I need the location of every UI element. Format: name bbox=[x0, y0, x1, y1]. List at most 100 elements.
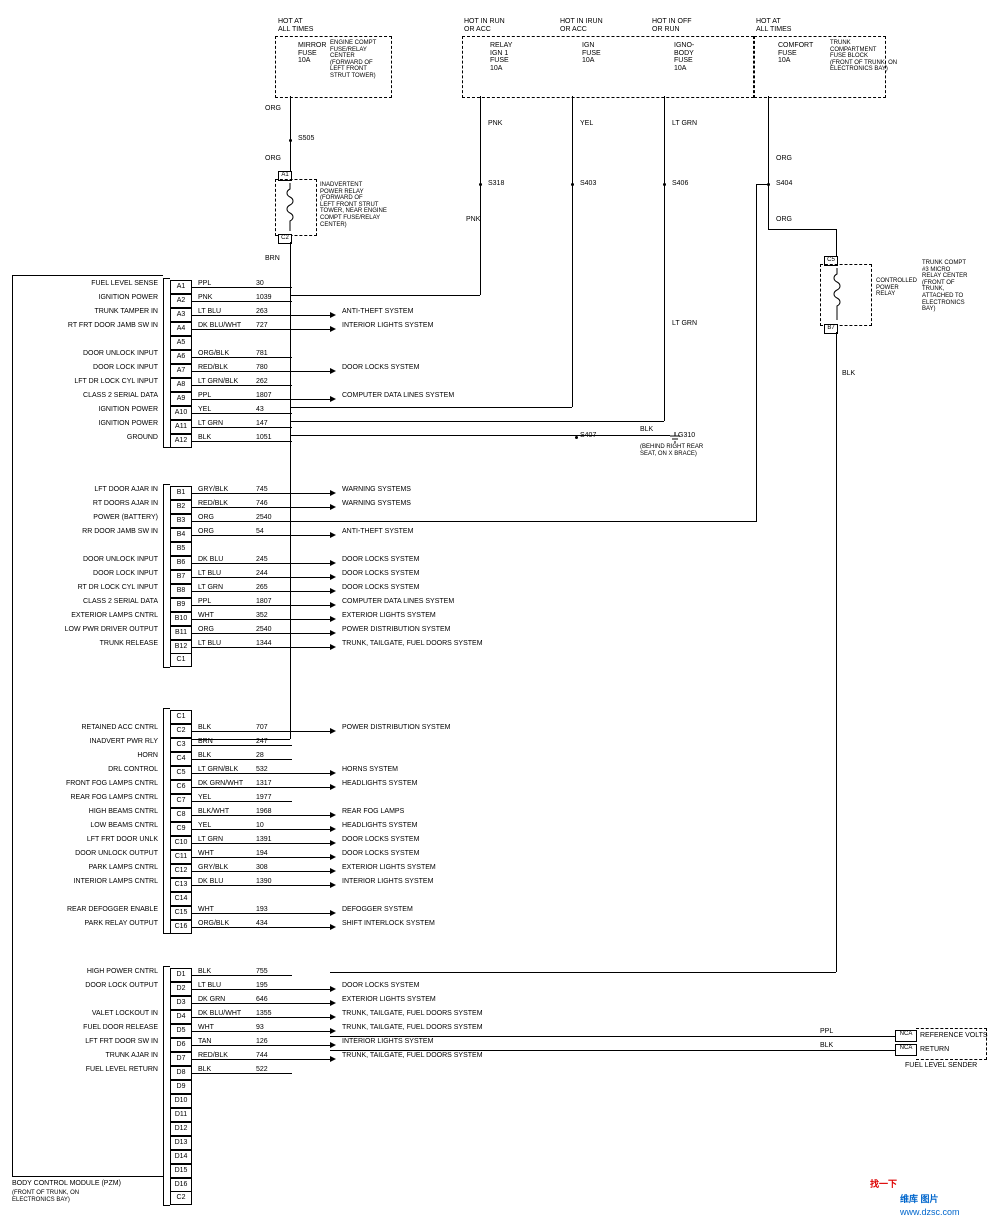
pin-C5: C5 bbox=[170, 766, 192, 780]
system-D2: DOOR LOCKS SYSTEM bbox=[342, 982, 419, 990]
pin-D9: D9 bbox=[170, 1080, 192, 1094]
system-D6: INTERIOR LIGHTS SYSTEM bbox=[342, 1038, 433, 1046]
signal-A6: DOOR UNLOCK INPUT bbox=[18, 350, 158, 358]
arrow-icon bbox=[330, 854, 336, 860]
src1-box: ENGINE COMPTFUSE/RELAYCENTER(FORWARD OFL… bbox=[330, 40, 376, 80]
pin-B3: B3 bbox=[170, 514, 192, 528]
signal-B1: LFT DOOR AJAR IN bbox=[18, 486, 158, 494]
src2-splice: S318 bbox=[488, 180, 504, 188]
signal-B10: EXTERIOR LAMPS CNTRL bbox=[18, 612, 158, 620]
signal-D4: VALET LOCKOUT IN bbox=[18, 1010, 158, 1018]
signal-C7: REAR FOG LAMPS CNTRL bbox=[18, 794, 158, 802]
pin-A11: A11 bbox=[170, 420, 192, 434]
system-B1: WARNING SYSTEMS bbox=[342, 486, 411, 494]
pin-D8: D8 bbox=[170, 1066, 192, 1080]
signal-A10: IGNITION POWER bbox=[18, 406, 158, 414]
arrow-icon bbox=[330, 588, 336, 594]
src4-fuse: IGNO-BODYFUSE10A bbox=[674, 42, 694, 73]
system-B12: TRUNK, TAILGATE, FUEL DOORS SYSTEM bbox=[342, 640, 483, 648]
src3-wire: YEL bbox=[580, 120, 593, 128]
pin-B10: B10 bbox=[170, 612, 192, 626]
pin-C9: C9 bbox=[170, 822, 192, 836]
signal-A11: IGNITION POWER bbox=[18, 420, 158, 428]
arrow-icon bbox=[330, 532, 336, 538]
pin-C12: C12 bbox=[170, 864, 192, 878]
signal-B7: DOOR LOCK INPUT bbox=[18, 570, 158, 578]
signal-C2: RETAINED ACC CNTRL bbox=[18, 724, 158, 732]
system-D5: TRUNK, TAILGATE, FUEL DOORS SYSTEM bbox=[342, 1024, 483, 1032]
footer-url: www.dzsc.com bbox=[900, 1208, 960, 1218]
signal-C15: REAR DEFOGGER ENABLE bbox=[18, 906, 158, 914]
pin-A10: A10 bbox=[170, 406, 192, 420]
src5-wire: ORG bbox=[776, 155, 792, 163]
fuel-conn2: NCA bbox=[895, 1044, 917, 1056]
signal-C12: PARK LAMPS CNTRL bbox=[18, 864, 158, 872]
system-A4: INTERIOR LIGHTS SYSTEM bbox=[342, 322, 433, 330]
src1-wire: ORG bbox=[265, 105, 281, 113]
arrow-icon bbox=[330, 368, 336, 374]
coil-icon bbox=[283, 183, 297, 231]
signal-B4: RR DOOR JAMB SW IN bbox=[18, 528, 158, 536]
signal-D2: DOOR LOCK OUTPUT bbox=[18, 982, 158, 990]
src2-title: HOT IN RUNOR ACC bbox=[464, 18, 505, 33]
pin-B1: B1 bbox=[170, 486, 192, 500]
pin-D10: D10 bbox=[170, 1094, 192, 1108]
bcm-note: (FRONT OF TRUNK, ONELECTRONICS BAY) bbox=[12, 1190, 79, 1203]
arrow-icon bbox=[330, 840, 336, 846]
signal-A9: CLASS 2 SERIAL DATA bbox=[18, 392, 158, 400]
system-B9: COMPUTER DATA LINES SYSTEM bbox=[342, 598, 454, 606]
signal-C4: HORN bbox=[18, 752, 158, 760]
pin-C8: C8 bbox=[170, 808, 192, 822]
signal-A12: GROUND bbox=[18, 434, 158, 442]
pin-D14: D14 bbox=[170, 1150, 192, 1164]
pin-C2: C2 bbox=[170, 724, 192, 738]
pin-C2: C2 bbox=[170, 1192, 192, 1205]
signal-C8: HIGH BEAMS CNTRL bbox=[18, 808, 158, 816]
arrow-icon bbox=[330, 784, 336, 790]
pin-C6: C6 bbox=[170, 780, 192, 794]
pin-C16: C16 bbox=[170, 920, 192, 934]
pin-A2: A2 bbox=[170, 294, 192, 308]
pin-C15: C15 bbox=[170, 906, 192, 920]
pin-A1: A1 bbox=[170, 280, 192, 294]
pin-B4: B4 bbox=[170, 528, 192, 542]
system-C10: DOOR LOCKS SYSTEM bbox=[342, 836, 419, 844]
relay1-label: INADVERTENTPOWER RELAY(FORWARD OFLEFT FR… bbox=[320, 182, 387, 228]
pin-B12: B12 bbox=[170, 640, 192, 654]
system-B6: DOOR LOCKS SYSTEM bbox=[342, 556, 419, 564]
signal-D1: HIGH POWER CNTRL bbox=[18, 968, 158, 976]
signal-C11: DOOR UNLOCK OUTPUT bbox=[18, 850, 158, 858]
pin-A5: A5 bbox=[170, 336, 192, 350]
wiring-diagram: // placeholder - we'll render via generi… bbox=[0, 0, 1000, 1226]
ground-wire: BLK bbox=[640, 426, 653, 434]
fuel-w2: BLK bbox=[820, 1042, 833, 1050]
coil-icon bbox=[830, 268, 844, 320]
src4-splice: S406 bbox=[672, 180, 688, 188]
system-C16: SHIFT INTERLOCK SYSTEM bbox=[342, 920, 435, 928]
system-A9: COMPUTER DATA LINES SYSTEM bbox=[342, 392, 454, 400]
relay2-label: CONTROLLEDPOWERRELAY bbox=[876, 278, 917, 298]
pin-D11: D11 bbox=[170, 1108, 192, 1122]
signal-C5: DRL CONTROL bbox=[18, 766, 158, 774]
src3-fuse: IGNFUSE10A bbox=[582, 42, 601, 65]
pin-A9: A9 bbox=[170, 392, 192, 406]
pin-B2: B2 bbox=[170, 500, 192, 514]
arrow-icon bbox=[330, 986, 336, 992]
src1-fuse: MIRRORFUSE10A bbox=[298, 42, 326, 65]
system-B8: DOOR LOCKS SYSTEM bbox=[342, 584, 419, 592]
system-A7: DOOR LOCKS SYSTEM bbox=[342, 364, 419, 372]
ground-note: (BEHIND RIGHT REARSEAT, ON X BRACE) bbox=[640, 444, 703, 457]
footer-find: 找一下 bbox=[870, 1180, 897, 1190]
system-C15: DEFOGGER SYSTEM bbox=[342, 906, 413, 914]
arrow-icon bbox=[330, 616, 336, 622]
pin-C1: C1 bbox=[170, 710, 192, 724]
pin-C7: C7 bbox=[170, 794, 192, 808]
pin-D5: D5 bbox=[170, 1024, 192, 1038]
arrow-icon bbox=[330, 826, 336, 832]
arrow-icon bbox=[330, 910, 336, 916]
arrow-icon bbox=[330, 396, 336, 402]
signal-D5: FUEL DOOR RELEASE bbox=[18, 1024, 158, 1032]
signal-A7: DOOR LOCK INPUT bbox=[18, 364, 158, 372]
relay2-box: TRUNK COMPT#3 MICRORELAY CENTER(FRONT OF… bbox=[922, 260, 967, 313]
system-B10: EXTERIOR LIGHTS SYSTEM bbox=[342, 612, 436, 620]
